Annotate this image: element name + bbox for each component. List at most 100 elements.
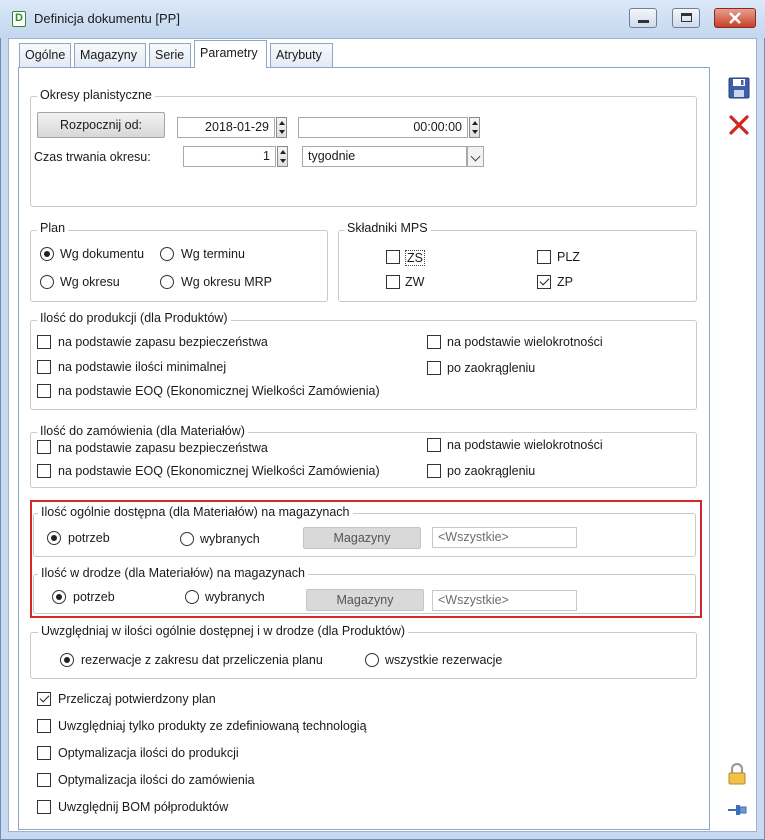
radio-wg-okresu[interactable] xyxy=(40,275,54,289)
checkbox-zs-label: ZS xyxy=(405,250,425,266)
radio-rezerwacje-zakres-label: rezerwacje z zakresu dat przeliczenia pl… xyxy=(81,653,323,667)
start-time-field[interactable]: 00:00:00 xyxy=(298,117,468,138)
wdrodze-magazyny-button[interactable]: Magazyny xyxy=(306,589,424,611)
group-uwzgledniaj-legend: Uwzględniaj w ilości ogólnie dostępnej i… xyxy=(38,624,409,638)
radio-dostepna-potrzeb-label: potrzeb xyxy=(68,531,110,545)
checkbox-tylko-technologia[interactable] xyxy=(37,719,51,733)
lock-icon xyxy=(728,762,746,785)
radio-wg-dokumentu-label: Wg dokumentu xyxy=(60,247,145,261)
save-button[interactable] xyxy=(726,75,752,101)
checkbox-optymalizacja-zamowienia[interactable] xyxy=(37,773,51,787)
minimize-button[interactable] xyxy=(629,8,657,28)
period-unit-select[interactable]: tygodnie xyxy=(302,146,467,167)
group-zamowienie-legend: Ilość do zamówienia (dla Materiałów) xyxy=(37,424,248,438)
radio-wdrodze-wybranych[interactable] xyxy=(185,590,199,604)
radio-dostepna-wybranych[interactable] xyxy=(180,532,194,546)
group-produkcja-legend: Ilość do produkcji (dla Produktów) xyxy=(37,311,231,325)
save-icon xyxy=(728,77,750,99)
tab-ogolne[interactable]: Ogólne xyxy=(19,43,71,67)
tab-serie[interactable]: Serie xyxy=(149,43,191,67)
checkbox-prod-zaokraglenie-label: po zaokrągleniu xyxy=(447,361,536,375)
checkbox-zam-zapas[interactable] xyxy=(37,440,51,454)
window-title: Definicja dokumentu [PP] xyxy=(34,11,180,26)
checkbox-tylko-technologia-label: Uwzględniaj tylko produkty ze zdefiniowa… xyxy=(58,719,367,733)
duration-field[interactable]: 1 xyxy=(183,146,276,167)
radio-rezerwacje-wszystkie-label: wszystkie rezerwacje xyxy=(385,653,503,667)
checkbox-plz-label: PLZ xyxy=(557,250,580,264)
checkbox-prod-zapas[interactable] xyxy=(37,335,51,349)
radio-rezerwacje-wszystkie[interactable] xyxy=(365,653,379,667)
chevron-down-icon[interactable] xyxy=(467,146,484,167)
radio-dostepna-potrzeb[interactable] xyxy=(47,531,61,545)
radio-wg-okresu-mrp[interactable] xyxy=(160,275,174,289)
checkbox-optymalizacja-zamowienia-label: Optymalizacja ilości do zamówienia xyxy=(58,773,255,787)
tab-atrybuty[interactable]: Atrybuty xyxy=(270,43,333,67)
checkbox-prod-eoq[interactable] xyxy=(37,384,51,398)
lock-button[interactable] xyxy=(724,761,750,787)
checkbox-przeliczaj-plan[interactable] xyxy=(37,692,51,706)
checkbox-przeliczaj-plan-label: Przeliczaj potwierdzony plan xyxy=(58,692,216,706)
checkbox-bom-polproduktow-label: Uwzględnij BOM półproduktów xyxy=(58,800,229,814)
checkbox-prod-min[interactable] xyxy=(37,360,51,374)
cancel-button[interactable] xyxy=(726,112,752,138)
radio-wdrodze-potrzeb-label: potrzeb xyxy=(73,590,115,604)
checkbox-zs[interactable] xyxy=(386,250,400,264)
radio-wg-okresu-mrp-label: Wg okresu MRP xyxy=(181,275,272,289)
group-mps-legend: Składniki MPS xyxy=(344,221,431,235)
tab-magazyny[interactable]: Magazyny xyxy=(74,43,146,67)
checkbox-optymalizacja-produkcji[interactable] xyxy=(37,746,51,760)
duration-label: Czas trwania okresu: xyxy=(34,150,151,164)
checkbox-prod-eoq-label: na podstawie EOQ (Ekonomicznej Wielkości… xyxy=(58,384,380,398)
close-icon xyxy=(729,12,741,24)
checkbox-zw[interactable] xyxy=(386,275,400,289)
group-dostepna-legend: Ilość ogólnie dostępna (dla Materiałów) … xyxy=(38,505,353,519)
checkbox-zam-wielokrotnosc-label: na podstawie wielokrotności xyxy=(447,438,603,452)
group-plan-legend: Plan xyxy=(37,221,69,235)
duration-spinner[interactable] xyxy=(277,146,288,167)
dostepna-magazyny-field[interactable]: <Wszystkie> xyxy=(432,527,577,548)
radio-wg-terminu-label: Wg terminu xyxy=(181,247,245,261)
start-time-spinner[interactable] xyxy=(469,117,480,138)
group-wdrodze-legend: Ilość w drodze (dla Materiałów) na magaz… xyxy=(38,566,309,580)
start-date-field[interactable]: 2018-01-29 xyxy=(177,117,275,138)
checkbox-zam-eoq[interactable] xyxy=(37,464,51,478)
checkbox-prod-zapas-label: na podstawie zapasu bezpieczeństwa xyxy=(58,335,268,349)
group-mps xyxy=(338,230,697,302)
checkbox-prod-zaokraglenie[interactable] xyxy=(427,361,441,375)
maximize-icon xyxy=(681,13,692,22)
checkbox-optymalizacja-produkcji-label: Optymalizacja ilości do produkcji xyxy=(58,746,239,760)
checkbox-prod-min-label: na podstawie ilości minimalnej xyxy=(58,360,227,374)
checkbox-zam-wielokrotnosc[interactable] xyxy=(427,438,441,452)
checkbox-prod-wielokrotnosc-label: na podstawie wielokrotności xyxy=(447,335,603,349)
pin-button[interactable] xyxy=(724,797,750,823)
start-date-spinner[interactable] xyxy=(276,117,287,138)
close-button[interactable] xyxy=(714,8,756,28)
radio-wg-dokumentu[interactable] xyxy=(40,247,54,261)
dostepna-magazyny-button[interactable]: Magazyny xyxy=(303,527,421,549)
pin-icon xyxy=(728,805,747,815)
radio-rezerwacje-zakres[interactable] xyxy=(60,653,74,667)
radio-wdrodze-wybranych-label: wybranych xyxy=(205,590,265,604)
radio-wg-terminu[interactable] xyxy=(160,247,174,261)
checkbox-zam-zaokraglenie-label: po zaokrągleniu xyxy=(447,464,536,478)
group-okresy-legend: Okresy planistyczne xyxy=(37,88,155,102)
radio-dostepna-wybranych-label: wybranych xyxy=(200,532,260,546)
start-from-button[interactable]: Rozpocznij od: xyxy=(37,112,165,138)
checkbox-zp[interactable] xyxy=(537,275,551,289)
title-bar: D Definicja dokumentu [PP] xyxy=(0,0,765,38)
wdrodze-magazyny-field[interactable]: <Wszystkie> xyxy=(432,590,577,611)
checkbox-zam-zaokraglenie[interactable] xyxy=(427,464,441,478)
checkbox-zam-eoq-label: na podstawie EOQ (Ekonomicznej Wielkości… xyxy=(58,464,380,478)
checkbox-zp-label: ZP xyxy=(557,275,573,289)
checkbox-prod-wielokrotnosc[interactable] xyxy=(427,335,441,349)
tab-parametry[interactable]: Parametry xyxy=(194,40,267,68)
checkbox-bom-polproduktow[interactable] xyxy=(37,800,51,814)
cancel-icon xyxy=(729,115,749,135)
checkbox-plz[interactable] xyxy=(537,250,551,264)
app-icon: D xyxy=(12,11,26,27)
checkbox-zw-label: ZW xyxy=(405,275,425,289)
radio-wdrodze-potrzeb[interactable] xyxy=(52,590,66,604)
minimize-icon xyxy=(638,20,649,23)
maximize-button[interactable] xyxy=(672,8,700,28)
group-plan xyxy=(30,230,328,302)
